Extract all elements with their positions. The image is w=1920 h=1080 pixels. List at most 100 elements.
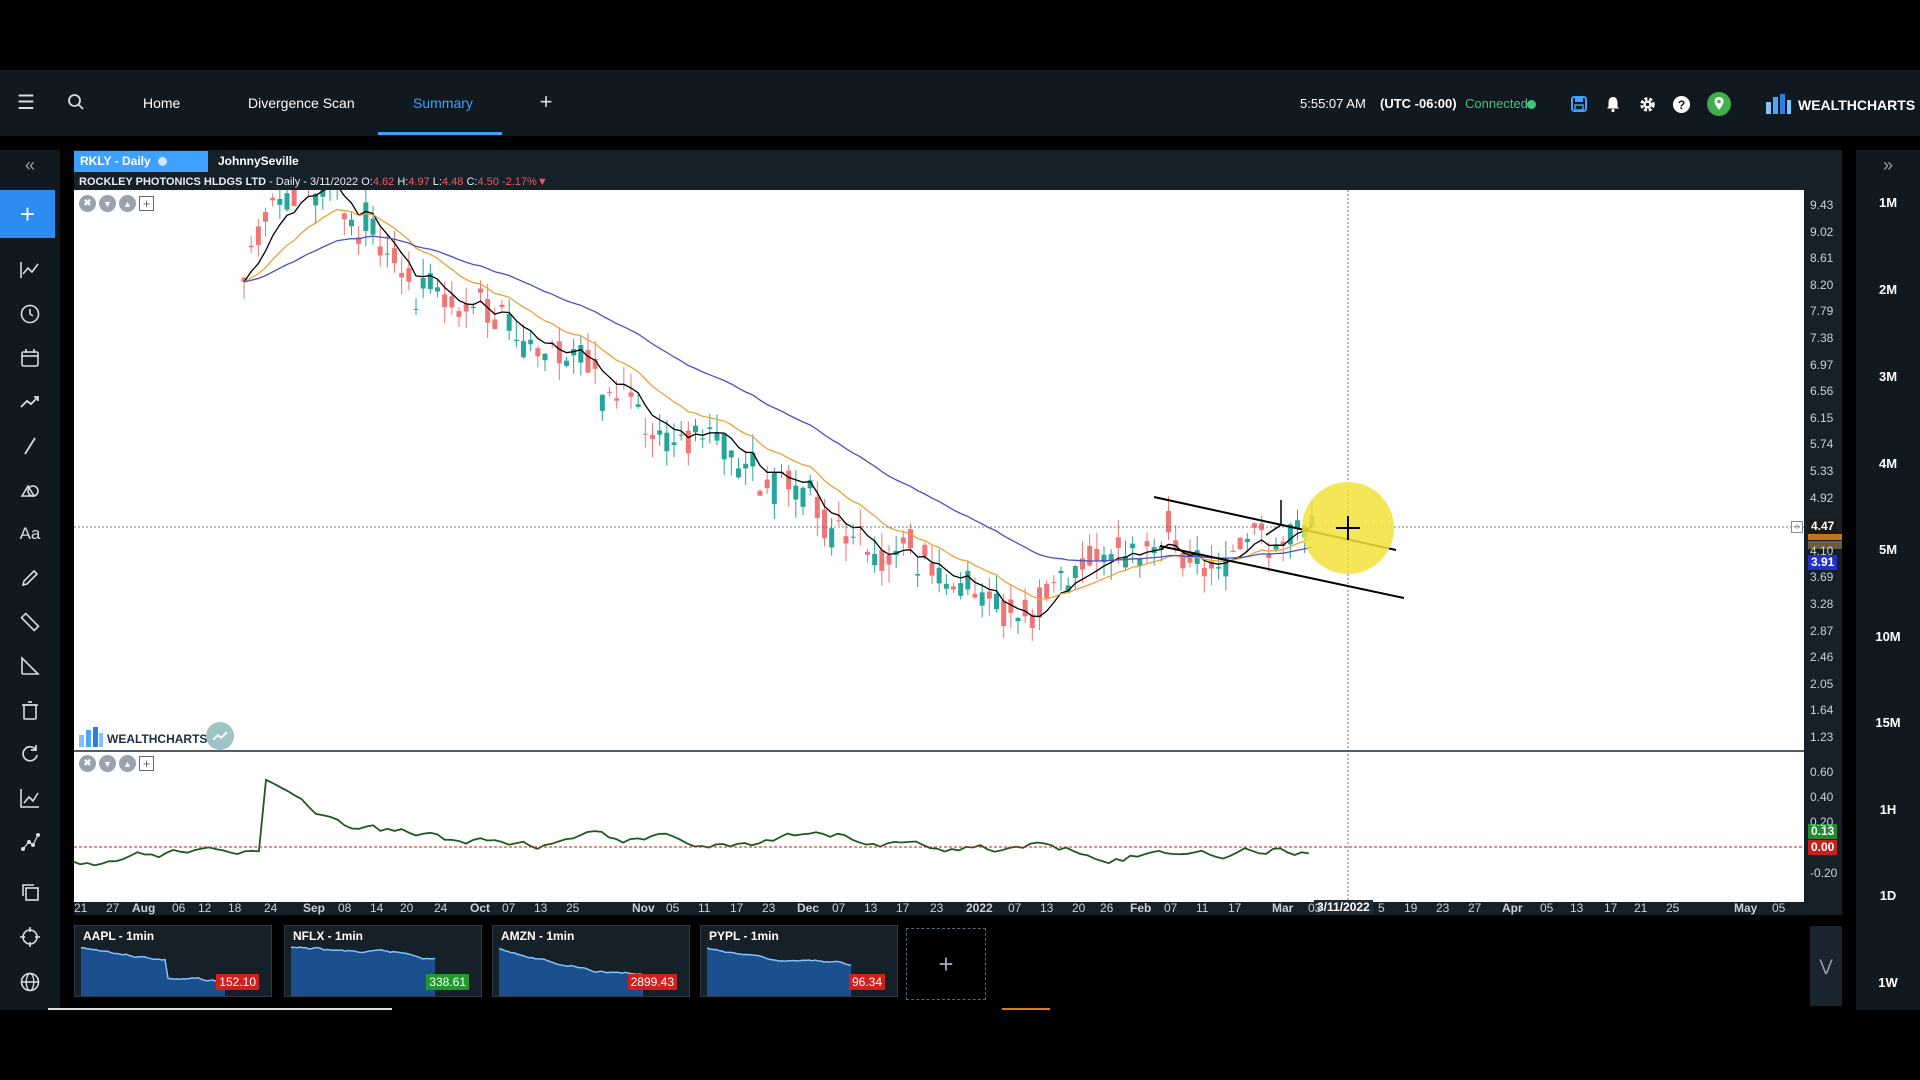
timeframe-10m[interactable]: 10M bbox=[1856, 629, 1920, 644]
candle-body bbox=[693, 425, 698, 433]
pane-up-icon[interactable]: ▲ bbox=[119, 195, 136, 212]
candle-body bbox=[915, 573, 921, 576]
candle-body bbox=[1130, 543, 1136, 549]
candle-body bbox=[829, 528, 835, 548]
timeframe-4m[interactable]: 4M bbox=[1856, 456, 1920, 471]
candle-body bbox=[1087, 545, 1093, 566]
osc-settings-icon[interactable]: ✖ bbox=[79, 755, 96, 772]
candle-body bbox=[714, 432, 720, 441]
progress-bar-white bbox=[48, 1008, 392, 1010]
pane-down-icon[interactable]: ▼ bbox=[99, 195, 116, 212]
mini-price: 96.34 bbox=[848, 974, 885, 990]
tab-summary[interactable]: Summary bbox=[413, 70, 473, 136]
price-chart[interactable] bbox=[74, 190, 1804, 902]
timeframe-15m[interactable]: 15M bbox=[1856, 715, 1920, 730]
current-price-badge: 4.47 bbox=[1808, 519, 1838, 534]
mini-chart-label: NFLX - 1min bbox=[293, 929, 364, 943]
timeframe-toolbar bbox=[1856, 150, 1920, 1010]
candle-body bbox=[384, 253, 390, 255]
pane-settings-icon[interactable]: ✖ bbox=[79, 195, 96, 212]
osc-down-icon[interactable]: ▼ bbox=[99, 755, 116, 772]
hamburger-menu-icon[interactable]: ☰ bbox=[14, 90, 38, 114]
ruler-icon[interactable] bbox=[18, 610, 42, 634]
mini-area bbox=[707, 948, 851, 996]
refresh-icon[interactable] bbox=[18, 742, 42, 766]
osc-up-icon[interactable]: ▲ bbox=[119, 755, 136, 772]
candle-body bbox=[642, 433, 648, 435]
candle-body bbox=[413, 308, 419, 310]
expand-bottom-icon[interactable]: ⋁ bbox=[1810, 926, 1842, 1006]
crosshair-icon[interactable] bbox=[18, 925, 42, 949]
candle-body bbox=[1072, 566, 1078, 578]
indicator-chart-icon[interactable] bbox=[18, 258, 42, 282]
chart-tab-johnnyseville[interactable]: JohnnySeville bbox=[212, 151, 322, 172]
osc-axis-label: -0.20 bbox=[1810, 866, 1838, 880]
timeframe-1m[interactable]: 1M bbox=[1856, 195, 1920, 210]
candle-body bbox=[363, 202, 369, 232]
mini-chart-aapl[interactable]: AAPL - 1min 152.10 bbox=[74, 925, 272, 997]
timeframe-1h[interactable]: 1H bbox=[1856, 802, 1920, 817]
candle-body bbox=[700, 438, 706, 440]
timeframe-5m[interactable]: 5M bbox=[1856, 542, 1920, 557]
timeframe-3m[interactable]: 3M bbox=[1856, 369, 1920, 384]
time-axis-label: 27 bbox=[1468, 901, 1482, 915]
candle-body bbox=[485, 299, 491, 323]
tab-divergence-scan[interactable]: Divergence Scan bbox=[248, 70, 355, 136]
clock-icon[interactable] bbox=[18, 302, 42, 326]
gear-icon[interactable] bbox=[1636, 93, 1658, 115]
globe-icon[interactable] bbox=[18, 970, 42, 994]
trash-icon[interactable] bbox=[18, 698, 42, 722]
line-chart-icon[interactable] bbox=[18, 786, 42, 810]
time-axis-label: 21 bbox=[1634, 901, 1648, 915]
copy-icon[interactable] bbox=[18, 880, 42, 904]
crosshair-add-icon[interactable]: + bbox=[1791, 521, 1803, 533]
candle-body bbox=[463, 304, 469, 312]
candle-body bbox=[1230, 550, 1236, 553]
trend-badge-icon[interactable] bbox=[206, 722, 234, 750]
active-tab-indicator bbox=[378, 132, 502, 135]
collapse-right-icon[interactable]: » bbox=[1876, 154, 1900, 176]
line-tool-icon[interactable] bbox=[18, 434, 42, 458]
location-icon[interactable] bbox=[1706, 91, 1732, 117]
time-axis-label: 11 bbox=[698, 901, 711, 915]
shapes-icon[interactable] bbox=[18, 478, 42, 502]
price-axis-label: 7.38 bbox=[1810, 331, 1834, 345]
time-axis-label: 19 bbox=[1404, 901, 1418, 915]
scatter-icon[interactable] bbox=[18, 830, 42, 854]
candle-body bbox=[1015, 617, 1021, 622]
pencil-icon[interactable] bbox=[18, 566, 42, 590]
mini-area bbox=[291, 947, 435, 996]
timeframe-2m[interactable]: 2M bbox=[1856, 282, 1920, 297]
chart-tab-rkly[interactable]: RKLY - Daily bbox=[74, 151, 208, 172]
timeframe-1d[interactable]: 1D bbox=[1856, 888, 1920, 903]
price-axis-label: 2.46 bbox=[1810, 650, 1834, 665]
collapse-left-icon[interactable]: « bbox=[18, 154, 42, 176]
tab-home[interactable]: Home bbox=[143, 70, 180, 136]
help-icon[interactable]: ? bbox=[1670, 93, 1692, 115]
trend-icon[interactable] bbox=[18, 390, 42, 414]
add-tab-icon[interactable]: + bbox=[536, 89, 556, 114]
add-mini-chart-button[interactable]: + bbox=[906, 928, 986, 1000]
time-axis-label: 27 bbox=[106, 901, 120, 915]
bell-icon[interactable] bbox=[1602, 93, 1624, 115]
candle-body bbox=[456, 310, 462, 317]
mini-chart-amzn[interactable]: AMZN - 1min 2899.43 bbox=[492, 925, 690, 997]
candle-body bbox=[657, 430, 663, 435]
add-tool-icon[interactable]: + bbox=[0, 190, 55, 238]
search-icon[interactable] bbox=[64, 90, 88, 114]
candle-body bbox=[506, 313, 512, 331]
candle-body bbox=[492, 319, 498, 330]
text-tool-icon[interactable]: Aa bbox=[16, 522, 44, 546]
measure-icon[interactable] bbox=[18, 654, 42, 678]
save-icon[interactable] bbox=[1568, 93, 1590, 115]
candle-body bbox=[564, 360, 569, 366]
mini-chart-pypl[interactable]: PYPL - 1min 96.34 bbox=[700, 925, 898, 997]
pane-add-icon[interactable]: + bbox=[139, 196, 154, 211]
candle-body bbox=[879, 550, 885, 571]
calendar-icon[interactable] bbox=[18, 346, 42, 370]
time-axis-label: 21 bbox=[74, 901, 88, 915]
osc-add-icon[interactable]: + bbox=[139, 756, 154, 771]
mini-chart-nflx[interactable]: NFLX - 1min 338.61 bbox=[284, 925, 482, 997]
timeframe-1w[interactable]: 1W bbox=[1856, 975, 1920, 990]
candle-body bbox=[986, 591, 992, 599]
